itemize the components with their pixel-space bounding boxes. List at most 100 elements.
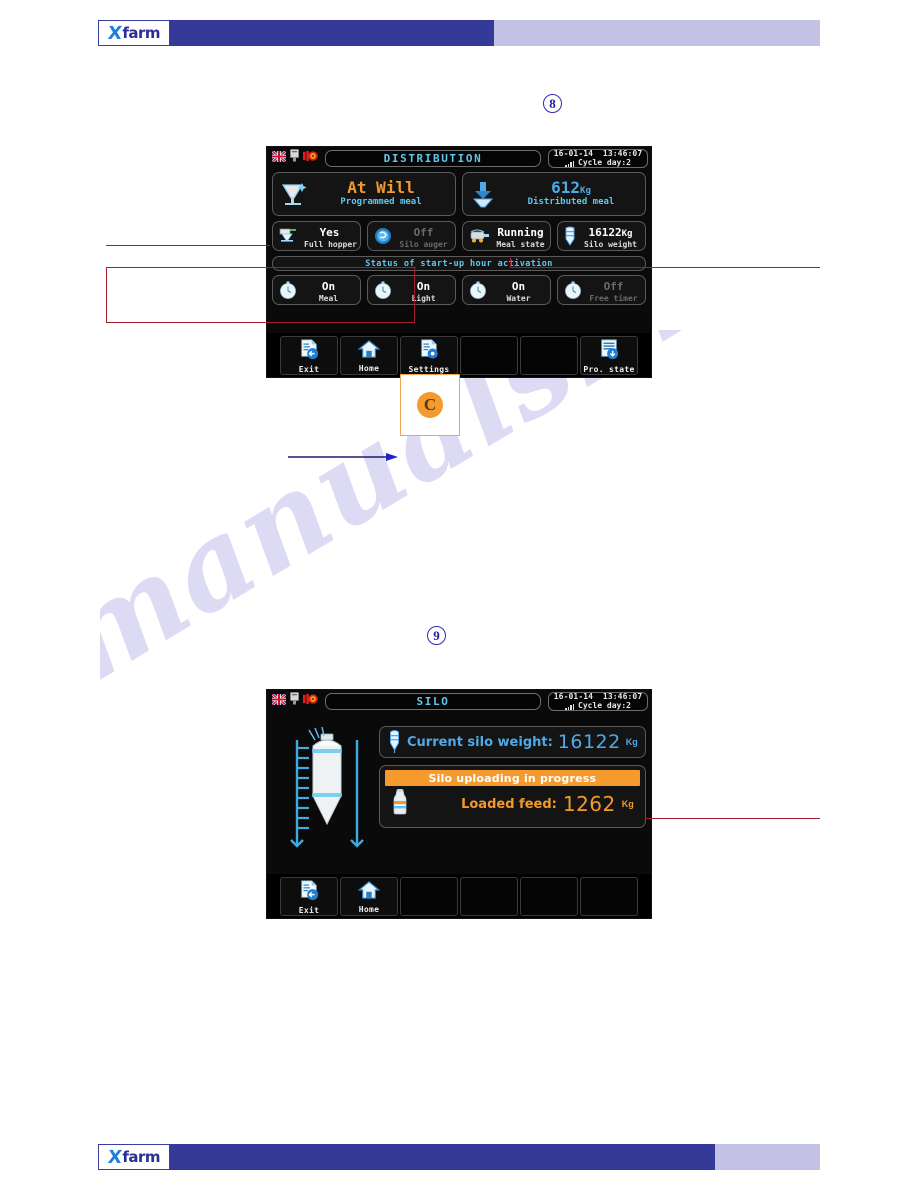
- tile-distributed-meal[interactable]: 612Kg Distributed meal: [462, 172, 646, 216]
- screen1-title: DISTRIBUTION: [383, 151, 483, 165]
- meal-state-value: Running: [497, 225, 544, 239]
- toolbar-button-empty-4[interactable]: [460, 336, 518, 375]
- tile-timer-light[interactable]: On Light: [367, 275, 456, 305]
- header-brand-bar: Xfarm: [98, 20, 820, 46]
- loaded-feed-row: Loaded feed: 1262 Kg: [385, 786, 640, 822]
- screen1-small-tile-row: Yes Full hopper Off Silo auger Running M…: [272, 221, 646, 251]
- screen1-toolbar: Exit Home Settings Pro. state: [267, 333, 651, 377]
- screen2-date: 16-01-14: [553, 692, 594, 701]
- page-root: manualshive.com Xfarm 8 C DISTRIBUTION 1…: [0, 0, 918, 1188]
- leader-line-startup-status-h: [106, 322, 415, 324]
- tile-timer-meal[interactable]: On Meal: [272, 275, 361, 305]
- current-silo-weight-value: 16122: [557, 731, 621, 753]
- alarm-icon: [303, 149, 318, 167]
- screen1-body: At Will Programmed meal 612Kg Distribute…: [267, 169, 651, 305]
- screen1-title-plate: DISTRIBUTION: [325, 149, 541, 167]
- silo-auger-label: Silo auger: [399, 239, 448, 249]
- silo-weight-unit: Kg: [621, 228, 633, 239]
- meal-state-label: Meal state: [496, 239, 545, 249]
- timer-meal-value: On: [321, 279, 336, 293]
- header-bar-light: [494, 20, 820, 46]
- signal-bars-icon: [565, 703, 574, 710]
- tile-full-hopper[interactable]: Yes Full hopper: [272, 221, 361, 251]
- uk-flag-icon: [271, 149, 287, 167]
- screen1-cycle-day: Cycle day:2: [578, 158, 631, 167]
- toolbar-button-empty-5[interactable]: [520, 877, 578, 916]
- loaded-feed-unit: Kg: [621, 799, 634, 809]
- screen2-topbar: SILO 16-01-14 13:46:07 Cycle day:2: [267, 690, 651, 712]
- usb-icon: [290, 692, 299, 710]
- tile-timer-water[interactable]: On Water: [462, 275, 551, 305]
- brand-name-text: farm: [122, 1148, 161, 1166]
- status-banner-text: Silo uploading in progress: [428, 771, 597, 785]
- header-bar-dark: [170, 20, 494, 46]
- silo-weight-label: Silo weight: [584, 239, 637, 249]
- settings-doc-icon: [418, 338, 440, 365]
- screen2-body: Current silo weight: 16122 Kg Silo uploa…: [267, 712, 651, 854]
- clock-icon: [468, 280, 488, 300]
- toolbar-button-empty-3[interactable]: [400, 877, 458, 916]
- toolbar-button-empty-5[interactable]: [520, 336, 578, 375]
- toolbar-button-home[interactable]: Home: [340, 877, 398, 916]
- toolbar-button-settings[interactable]: Settings: [400, 336, 458, 375]
- timer-meal-label: Meal: [318, 293, 339, 303]
- tile-silo-auger[interactable]: Off Silo auger: [367, 221, 456, 251]
- screen2-clock-plate: 16-01-14 13:46:07 Cycle day:2: [548, 691, 648, 711]
- distribute-arrow-icon: [468, 179, 498, 209]
- silo-small-icon: [387, 727, 402, 758]
- callout-label-c: C: [417, 392, 443, 418]
- screen2-title: SILO: [416, 694, 450, 708]
- screen1-date: 16-01-14: [553, 149, 594, 158]
- toolbar-label-settings: Settings: [408, 364, 450, 374]
- screen1-timer-tile-row: On Meal On Light On Water Off Free timer: [272, 275, 646, 305]
- timer-water-value: On: [511, 279, 526, 293]
- screen1-big-tile-row: At Will Programmed meal 612Kg Distribute…: [272, 172, 646, 216]
- programmed-meal-label: Programmed meal: [340, 197, 422, 208]
- tile-programmed-meal[interactable]: At Will Programmed meal: [272, 172, 456, 216]
- screen1-system-icons: [270, 149, 318, 167]
- distributed-meal-value: 612: [551, 178, 581, 198]
- prog-state-doc-icon: [598, 338, 620, 365]
- device-screen-silo[interactable]: SILO 16-01-14 13:46:07 Cycle day:2 Curre…: [266, 689, 652, 919]
- hopper-icon: [278, 179, 308, 209]
- leader-line-startup-status-v-left: [106, 267, 108, 323]
- status-banner: Silo uploading in progress: [385, 770, 640, 786]
- toolbar-button-home[interactable]: Home: [340, 336, 398, 375]
- screen1-time: 13:46:07: [602, 149, 643, 158]
- toolbar-label-pro-state: Pro. state: [583, 364, 635, 374]
- toolbar-button-empty-6[interactable]: [580, 877, 638, 916]
- leader-line-meal-state-right: [510, 267, 820, 269]
- leader-line-loaded-feed: [645, 818, 820, 820]
- tile-silo-weight[interactable]: 16122Kg Silo weight: [557, 221, 646, 251]
- screen2-toolbar: Exit Home: [267, 874, 651, 918]
- usb-icon: [290, 149, 299, 167]
- toolbar-label-exit: Exit: [298, 905, 320, 915]
- signal-bars-icon: [565, 160, 574, 167]
- brand-logo-bottom: Xfarm: [98, 1144, 170, 1170]
- tile-meal-state[interactable]: Running Meal state: [462, 221, 551, 251]
- current-silo-weight-label: Current silo weight:: [407, 734, 553, 750]
- tile-timer-free[interactable]: Off Free timer: [557, 275, 646, 305]
- flow-arrow-right: [288, 450, 398, 468]
- footer-brand-bar: Xfarm: [98, 1144, 820, 1170]
- distributed-meal-unit: Kg: [580, 186, 591, 197]
- home-icon: [357, 339, 381, 364]
- device-screen-distribution[interactable]: DISTRIBUTION 16-01-14 13:46:07 Cycle day…: [266, 146, 652, 378]
- timer-light-value: On: [416, 279, 431, 293]
- toolbar-button-pro-state[interactable]: Pro. state: [580, 336, 638, 375]
- toolbar-button-empty-4[interactable]: [460, 877, 518, 916]
- brand-name-text: farm: [122, 24, 161, 42]
- alarm-icon: [303, 692, 318, 710]
- timer-light-label: Light: [411, 293, 436, 303]
- toolbar-label-exit: Exit: [298, 364, 320, 374]
- auger-icon: [373, 226, 393, 246]
- toolbar-button-exit[interactable]: Exit: [280, 877, 338, 916]
- brand-logo-top: Xfarm: [98, 20, 170, 46]
- footer-bar-dark: [170, 1144, 715, 1170]
- brand-x-icon: X: [106, 22, 123, 44]
- current-silo-weight-plate[interactable]: Current silo weight: 16122 Kg: [379, 726, 646, 758]
- toolbar-button-exit[interactable]: Exit: [280, 336, 338, 375]
- feed-bag-icon: [391, 788, 409, 821]
- leader-line-full-hopper: [106, 245, 270, 247]
- full-hopper-value: Yes: [319, 225, 340, 239]
